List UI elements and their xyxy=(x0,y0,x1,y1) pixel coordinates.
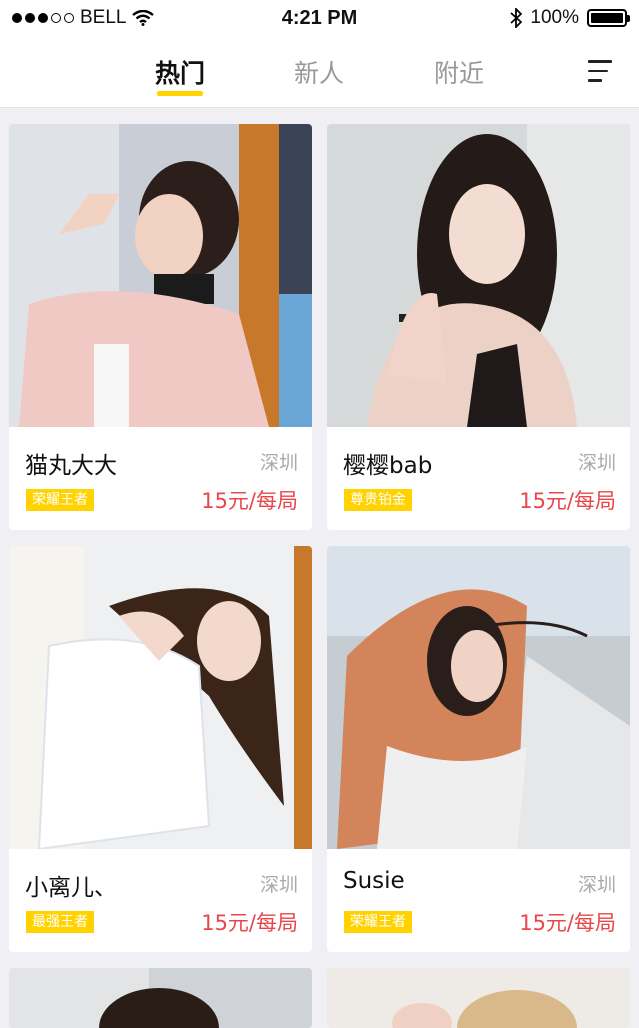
rank-badge: 尊贵铂金 xyxy=(344,489,412,511)
profile-city: 深圳 xyxy=(259,452,298,474)
battery-percent: 100% xyxy=(530,7,579,28)
tab-bar: 热门 新人 附近 xyxy=(0,36,639,108)
profile-photo[interactable] xyxy=(327,968,630,1028)
menu-icon[interactable] xyxy=(588,60,616,88)
battery-fill xyxy=(591,13,623,23)
profile-price: 15元/每局 xyxy=(519,489,616,513)
profile-price: 15元/每局 xyxy=(201,911,298,935)
profile-name: 樱樱bab xyxy=(343,453,433,479)
profile-city: 深圳 xyxy=(577,874,616,896)
profile-photo[interactable] xyxy=(327,546,630,849)
carrier-label: BELL xyxy=(80,7,127,28)
profile-name: 猫丸大大 xyxy=(25,453,117,479)
profile-photo[interactable] xyxy=(9,124,312,427)
wifi-icon xyxy=(132,10,155,26)
tab-hot[interactable]: 热门 xyxy=(155,54,205,90)
profile-city: 深圳 xyxy=(577,452,616,474)
rank-badge: 荣耀王者 xyxy=(26,489,94,511)
profile-card[interactable]: Susie 深圳 荣耀王者 15元/每局 xyxy=(327,546,630,952)
profile-name: 小离儿、 xyxy=(25,875,117,901)
profile-card[interactable]: 樱樱bab 深圳 尊贵铂金 15元/每局 xyxy=(327,124,630,530)
rank-badge: 最强王者 xyxy=(26,911,94,933)
clock: 4:21 PM xyxy=(281,6,358,29)
active-tab-indicator xyxy=(157,91,203,96)
bluetooth-icon xyxy=(510,8,523,28)
profile-card-partial[interactable] xyxy=(327,968,630,1028)
tab-nearby[interactable]: 附近 xyxy=(434,54,484,90)
profile-card[interactable]: 小离儿、 深圳 最强王者 15元/每局 xyxy=(9,546,312,952)
status-left: BELL xyxy=(12,7,212,29)
profile-city: 深圳 xyxy=(259,874,298,896)
profile-photo[interactable] xyxy=(327,124,630,427)
profile-price: 15元/每局 xyxy=(519,911,616,935)
signal-dots-icon xyxy=(12,13,74,23)
status-bar: BELL 4:21 PM 100% xyxy=(0,0,639,36)
rank-badge: 荣耀王者 xyxy=(344,911,412,933)
tab-new[interactable]: 新人 xyxy=(294,54,344,90)
battery-icon xyxy=(587,9,630,27)
profile-price: 15元/每局 xyxy=(201,489,298,513)
profile-photo[interactable] xyxy=(9,546,312,849)
profile-name: Susie xyxy=(343,868,405,894)
profile-card-partial[interactable] xyxy=(9,968,312,1028)
profile-card[interactable]: 猫丸大大 深圳 荣耀王者 15元/每局 xyxy=(9,124,312,530)
status-right: 100% xyxy=(427,7,630,29)
profile-photo[interactable] xyxy=(9,968,312,1028)
